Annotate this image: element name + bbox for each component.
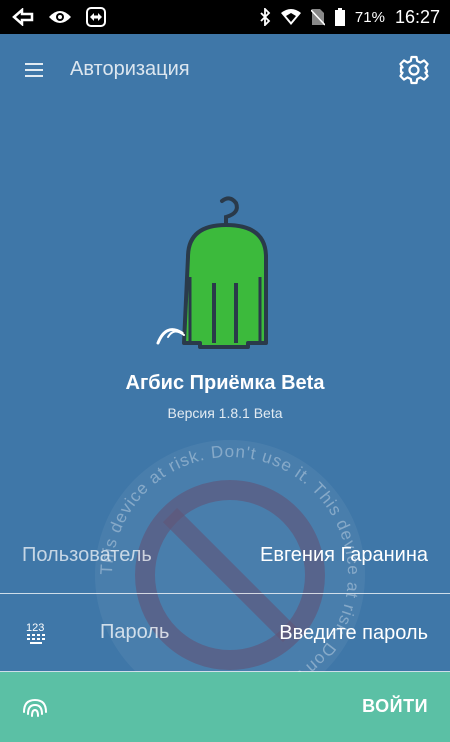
page-title: Авторизация xyxy=(70,58,190,80)
user-label: Пользователь xyxy=(22,544,152,566)
watermark-text: This device at risk. Don't use it. This … xyxy=(97,442,362,707)
svg-text:123: 123 xyxy=(26,622,44,634)
toolbar: Авторизация xyxy=(0,34,450,106)
bottom-bar: ВОЙТИ xyxy=(0,672,450,742)
battery-level: 71% xyxy=(354,8,385,26)
fingerprint-icon[interactable] xyxy=(20,694,50,724)
status-bar: 71% 16:27 xyxy=(0,0,450,34)
bluetooth-icon xyxy=(260,8,271,26)
app-name: Агбис Приёмка Beta xyxy=(125,372,325,394)
teamviewer-icon xyxy=(86,7,106,27)
navigation-icon xyxy=(12,8,34,26)
app-version: Версия 1.8.1 Beta xyxy=(167,405,283,421)
password-input[interactable] xyxy=(228,618,428,648)
app-logo xyxy=(156,196,268,349)
numeric-keyboard-icon[interactable]: 123 xyxy=(24,620,50,646)
eye-icon xyxy=(49,11,71,23)
clock: 16:27 xyxy=(394,6,440,27)
wifi-icon xyxy=(280,9,301,25)
user-select[interactable]: Евгения Гаранина xyxy=(260,544,428,567)
password-label: Пароль xyxy=(100,621,170,643)
divider xyxy=(0,593,450,594)
svg-text:This device at risk. Don't use: This device at risk. Don't use it. This … xyxy=(97,442,363,707)
no-sim-icon xyxy=(310,9,325,26)
login-button[interactable]: ВОЙТИ xyxy=(362,696,428,717)
hamburger-menu-icon[interactable] xyxy=(25,62,45,78)
gear-icon[interactable] xyxy=(398,54,430,86)
battery-icon xyxy=(334,8,345,26)
